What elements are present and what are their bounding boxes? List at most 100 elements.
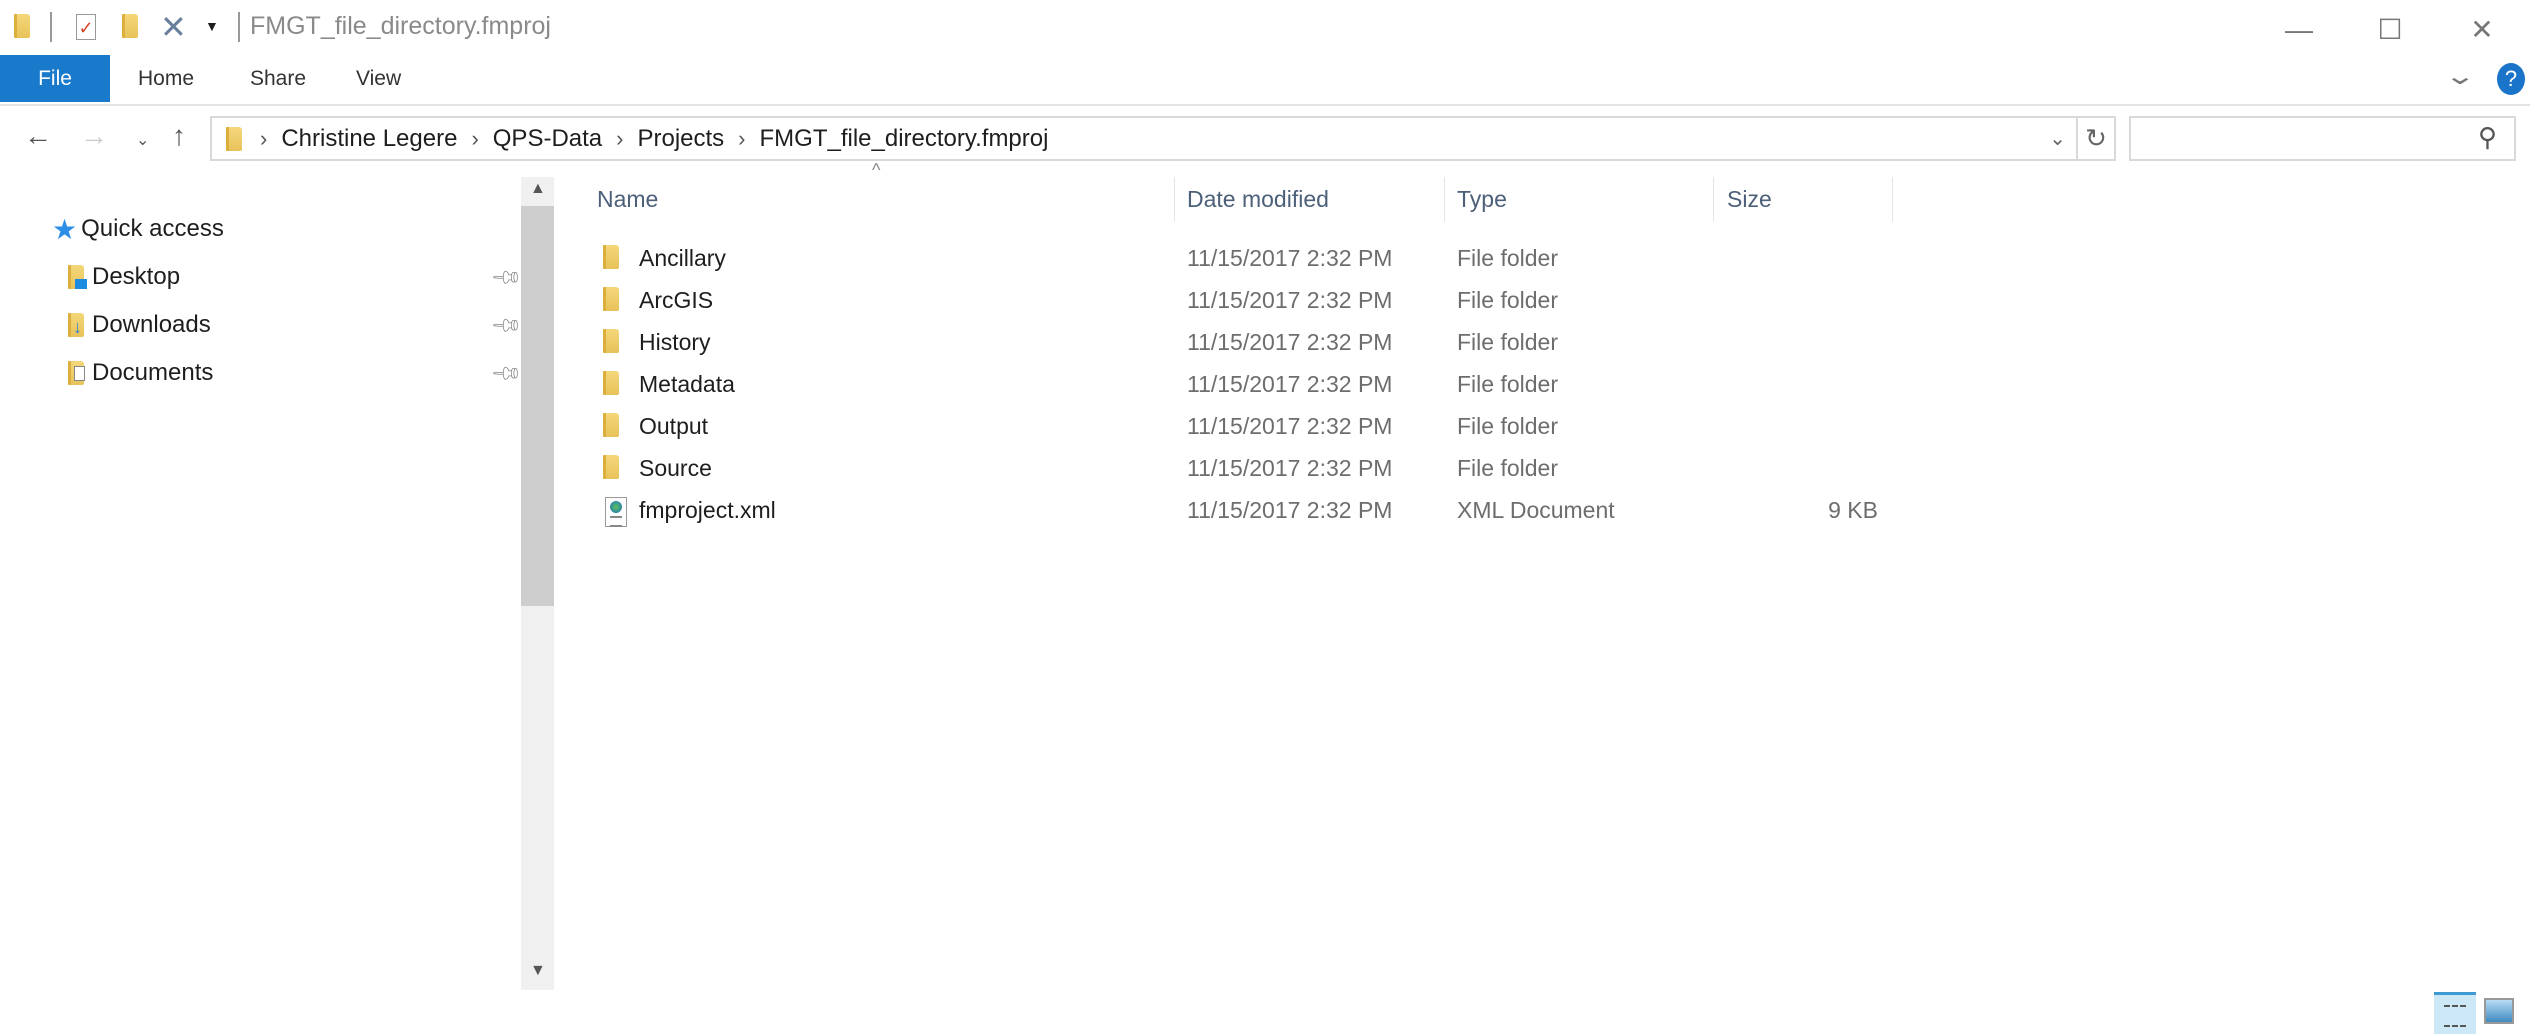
folder-icon [14, 14, 30, 38]
divider [0, 104, 2530, 106]
column-divider[interactable] [1892, 177, 1893, 222]
recent-locations-chevron-icon[interactable]: ⌄ [136, 130, 149, 150]
chevron-right-icon[interactable]: › [256, 126, 271, 152]
file-type: File folder [1457, 455, 1558, 481]
tab-view[interactable]: View [356, 55, 401, 102]
folder-icon [603, 371, 619, 395]
address-bar[interactable]: › Christine Legere › QPS-Data › Projects… [210, 116, 2116, 161]
window-title: FMGT_file_directory.fmproj [250, 12, 551, 40]
column-header-date[interactable]: Date modified [1187, 177, 1329, 222]
sort-ascending-icon: ^ [872, 160, 881, 180]
folder-icon [603, 287, 619, 311]
file-row[interactable]: fmproject.xml 11/15/2017 2:32 PM XML Doc… [585, 489, 1895, 531]
file-type: File folder [1457, 245, 1558, 271]
file-type: File folder [1457, 287, 1558, 313]
search-icon: ⚲ [2478, 122, 2498, 152]
file-date: 11/15/2017 2:32 PM [1187, 329, 1393, 355]
chevron-right-icon[interactable]: › [467, 126, 482, 152]
sidebar-item-downloads[interactable]: ↓ Downloads 📌︎ [0, 304, 523, 346]
file-type: File folder [1457, 413, 1558, 439]
pin-icon[interactable]: 📌︎ [489, 307, 525, 343]
search-input[interactable] [2129, 116, 2516, 161]
file-row[interactable]: Output 11/15/2017 2:32 PM File folder [585, 405, 1895, 447]
scroll-down-icon[interactable]: ▼ [530, 962, 546, 980]
refresh-icon[interactable]: ↻ [2076, 118, 2114, 159]
sidebar-item-desktop[interactable]: Desktop 📌︎ [0, 256, 523, 298]
customize-qat-dropdown-icon[interactable]: ▼ [205, 18, 219, 34]
file-size: 9 KB [1828, 497, 1878, 523]
column-divider[interactable] [1713, 177, 1714, 222]
file-type: File folder [1457, 329, 1558, 355]
column-header-size[interactable]: Size [1727, 177, 1772, 222]
tab-file[interactable]: File [0, 55, 110, 102]
up-arrow-icon[interactable]: ↑ [172, 120, 186, 152]
separator [238, 12, 240, 42]
column-divider[interactable] [1174, 177, 1175, 222]
large-icons-view-button[interactable] [2484, 998, 2514, 1024]
file-row[interactable]: Metadata 11/15/2017 2:32 PM File folder [585, 363, 1895, 405]
pin-icon[interactable]: 📌︎ [489, 355, 525, 391]
back-arrow-icon[interactable]: ← [24, 120, 52, 152]
desktop-icon [68, 265, 87, 289]
file-name: Metadata [639, 371, 735, 397]
forward-arrow-icon[interactable]: → [80, 120, 108, 152]
column-divider[interactable] [1444, 177, 1445, 222]
file-name: Source [639, 455, 712, 481]
properties-icon[interactable]: ✓ [76, 14, 96, 40]
sidebar-item-documents[interactable]: Documents 📌︎ [0, 352, 523, 394]
help-button[interactable]: ? [2497, 63, 2525, 95]
file-row[interactable]: Ancillary 11/15/2017 2:32 PM File folder [585, 237, 1895, 279]
file-date: 11/15/2017 2:32 PM [1187, 497, 1393, 523]
folder-icon [603, 455, 619, 479]
column-header-type[interactable]: Type [1457, 177, 1507, 222]
chevron-right-icon[interactable]: › [612, 126, 627, 152]
documents-icon [68, 361, 85, 385]
scrollbar-thumb[interactable] [521, 206, 554, 606]
close-button[interactable]: ✕ [2462, 10, 2502, 50]
file-date: 11/15/2017 2:32 PM [1187, 371, 1393, 397]
folder-icon [603, 245, 619, 269]
file-date: 11/15/2017 2:32 PM [1187, 413, 1393, 439]
sidebar-item-quick-access[interactable]: ★ Quick access [0, 208, 520, 250]
file-name: History [639, 329, 711, 355]
new-folder-icon[interactable] [122, 14, 138, 38]
file-row[interactable]: ArcGIS 11/15/2017 2:32 PM File folder [585, 279, 1895, 321]
file-type: XML Document [1457, 497, 1615, 523]
expand-ribbon-chevron-icon[interactable]: ⌄ [2444, 62, 2476, 91]
downloads-icon: ↓ [68, 313, 84, 337]
column-header-name[interactable]: Name [597, 177, 658, 222]
delete-icon[interactable]: ✕ [160, 8, 187, 46]
file-date: 11/15/2017 2:32 PM [1187, 245, 1393, 271]
file-date: 11/15/2017 2:32 PM [1187, 287, 1393, 313]
folder-icon [603, 329, 619, 353]
file-name: fmproject.xml [639, 497, 776, 523]
file-name: ArcGIS [639, 287, 714, 313]
tab-share[interactable]: Share [250, 55, 306, 102]
file-name: Output [639, 413, 709, 439]
maximize-button[interactable]: ☐ [2370, 10, 2410, 50]
breadcrumb-item[interactable]: Christine Legere [271, 125, 467, 153]
breadcrumb-item[interactable]: Projects [627, 125, 734, 153]
chevron-right-icon[interactable]: › [734, 126, 749, 152]
folder-icon [226, 126, 242, 151]
file-type: File folder [1457, 371, 1558, 397]
breadcrumb-item[interactable]: QPS-Data [483, 125, 612, 153]
breadcrumb-item[interactable]: FMGT_file_directory.fmproj [750, 125, 1059, 153]
address-dropdown-icon[interactable]: ⌄ [2049, 126, 2076, 151]
file-row[interactable]: Source 11/15/2017 2:32 PM File folder [585, 447, 1895, 489]
pin-icon[interactable]: 📌︎ [489, 259, 525, 295]
xml-file-icon [605, 497, 627, 527]
sidebar-item-label: Downloads [92, 311, 211, 338]
details-view-button[interactable] [2434, 992, 2476, 1034]
details-view-icon [2444, 1005, 2466, 1027]
sidebar-item-label: Documents [92, 359, 214, 386]
minimize-button[interactable]: — [2279, 10, 2319, 50]
tab-home[interactable]: Home [138, 55, 194, 102]
file-date: 11/15/2017 2:32 PM [1187, 455, 1393, 481]
file-row[interactable]: History 11/15/2017 2:32 PM File folder [585, 321, 1895, 363]
folder-icon [603, 413, 619, 437]
star-icon: ★ [52, 213, 78, 245]
sidebar-item-label: Quick access [81, 215, 224, 242]
separator [50, 12, 52, 42]
scroll-up-icon[interactable]: ▲ [530, 180, 546, 198]
